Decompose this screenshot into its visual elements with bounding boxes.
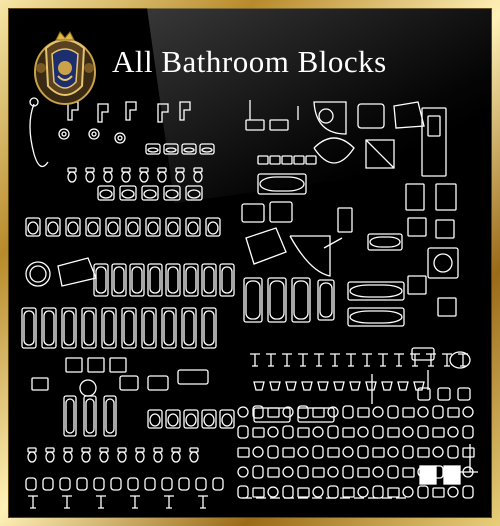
page-title: All Bathroom Blocks xyxy=(112,44,387,79)
black-canvas: All Bathroom Blocks xyxy=(8,8,492,518)
crest-logo-icon xyxy=(34,31,96,105)
gold-frame: All Bathroom Blocks xyxy=(0,0,500,526)
